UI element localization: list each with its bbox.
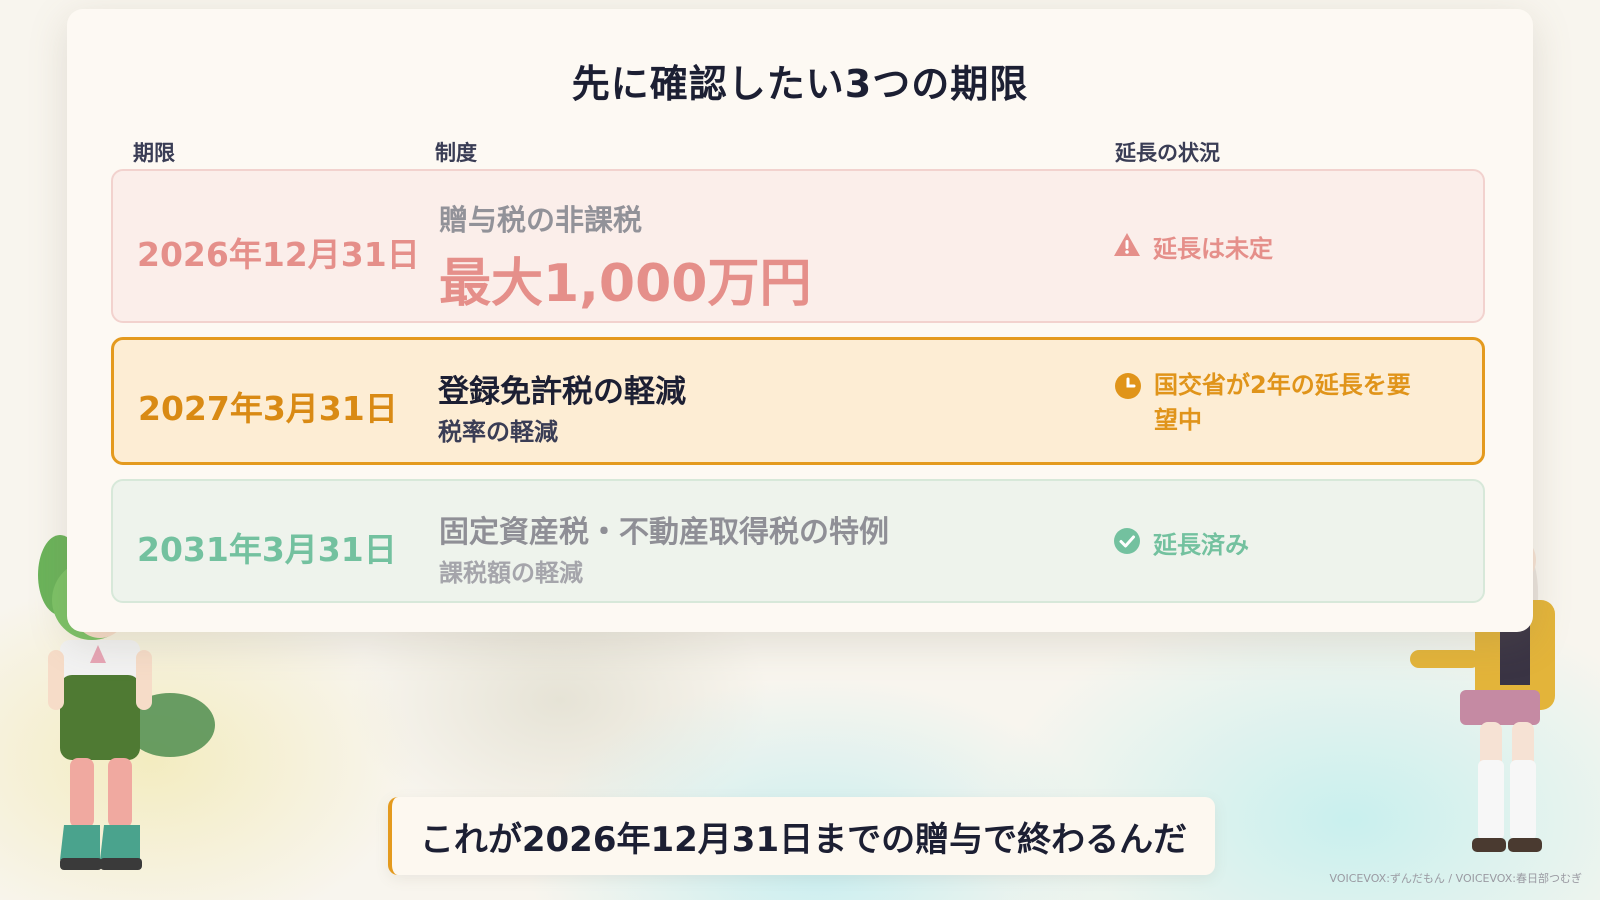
system-name: 登録免許税の軽減	[438, 374, 686, 410]
column-header-deadline: 期限	[133, 141, 175, 165]
column-header-status: 延長の状況	[1115, 141, 1220, 165]
system-detail: 課税額の軽減	[439, 559, 583, 587]
credit-text: VOICEVOX:ずんだもん / VOICEVOX:春日部つむぎ	[1329, 872, 1582, 885]
system-detail: 最大1,000万円	[439, 254, 812, 314]
status-text: 国交省が2年の延長を要望中	[1154, 371, 1411, 434]
warning-icon	[1113, 231, 1141, 259]
deadline-date: 2031年3月31日	[137, 530, 397, 569]
subtitle-caption: これが2026年12月31日までの贈与で終わるんだ	[388, 797, 1215, 875]
page-title: 先に確認したい3つの期限	[571, 62, 1029, 106]
column-header-system: 制度	[435, 141, 477, 165]
system-name: 贈与税の非課税	[439, 203, 643, 237]
system-detail: 税率の軽減	[438, 418, 558, 446]
status-cell: 延長済み	[1113, 525, 1249, 560]
table-row: 2031年3月31日 固定資産税・不動産取得税の特例 課税額の軽減 延長済み	[111, 479, 1485, 603]
subtitle-text: これが2026年12月31日までの贈与で終わるんだ	[419, 819, 1188, 860]
status-text: 延長済み	[1153, 531, 1249, 559]
table-row: 2027年3月31日 登録免許税の軽減 税率の軽減 国交省が2年の延長を要望中	[111, 337, 1485, 465]
deadline-date: 2026年12月31日	[137, 235, 420, 274]
check-circle-icon	[1113, 527, 1141, 555]
table-row: 2026年12月31日 贈与税の非課税 最大1,000万円 延長は未定	[111, 169, 1485, 323]
status-cell: 国交省が2年の延長を要望中	[1114, 368, 1424, 438]
deadline-date: 2027年3月31日	[138, 389, 398, 428]
system-name: 固定資産税・不動産取得税の特例	[439, 515, 889, 550]
clock-icon	[1114, 372, 1142, 400]
status-cell: 延長は未定	[1113, 229, 1273, 264]
status-text: 延長は未定	[1153, 235, 1273, 263]
deadline-card: 先に確認したい3つの期限 期限 制度 延長の状況 2026年12月31日 贈与税…	[67, 9, 1533, 632]
